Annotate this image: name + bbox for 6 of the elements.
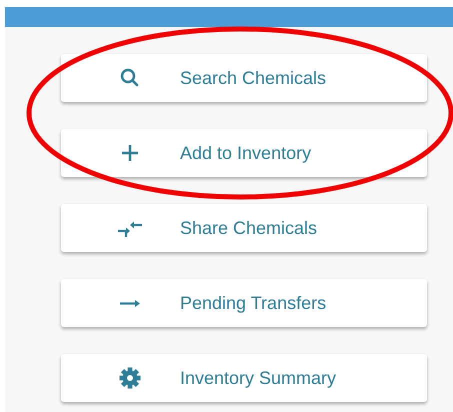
- menu-button[interactable]: Add to Inventory: [61, 129, 427, 177]
- menu-button[interactable]: Search Chemicals: [61, 54, 427, 102]
- menu-button[interactable]: Pending Transfers: [61, 279, 427, 327]
- menu-button[interactable]: Share Chemicals: [61, 204, 427, 252]
- right-arrow-icon: [120, 300, 140, 306]
- menu-button[interactable]: Inventory Summary: [61, 354, 427, 402]
